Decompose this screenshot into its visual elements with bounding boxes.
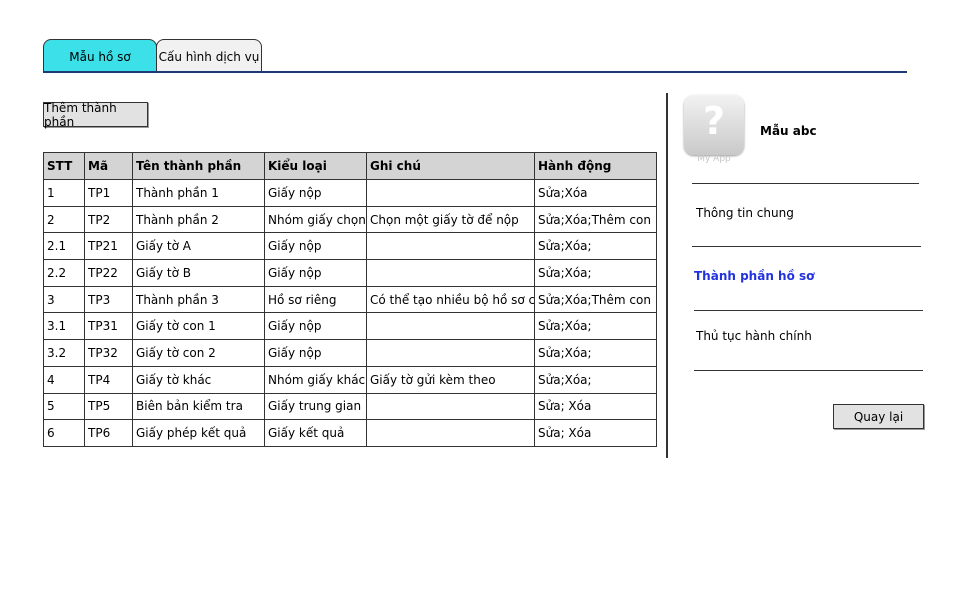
table-cell: TP21 — [84, 232, 133, 261]
tab-cau-hinh-dich-vu[interactable]: Cấu hình dịch vụ — [156, 39, 262, 73]
table-cell — [366, 259, 535, 287]
table-cell: 2 — [43, 205, 85, 234]
question-app-icon: ? My App — [684, 95, 744, 164]
table-cell: 2.2 — [43, 259, 85, 287]
side-nav-thong-tin-chung[interactable]: Thông tin chung — [696, 206, 794, 220]
table-row: 2 TP2 Thành phần 2 Nhóm giấy chọn Chọn một g… — [43, 205, 657, 234]
row-actions[interactable]: Sửa; Xóa — [534, 392, 657, 421]
side-nav-thanh-phan-ho-so[interactable]: Thành phần hồ sơ — [694, 269, 814, 283]
table-cell: TP1 — [84, 179, 133, 207]
table-cell: TP2 — [84, 205, 133, 234]
row-actions[interactable]: Sửa; Xóa — [534, 419, 657, 447]
table-cell: Thành phần 3 — [132, 285, 265, 314]
add-component-label: Thêm thành phần — [44, 100, 117, 129]
divider — [692, 183, 919, 184]
table-cell: Giấy tờ khác — [132, 365, 265, 394]
row-actions[interactable]: Sửa;Xóa; — [534, 339, 657, 367]
table-cell: 1 — [43, 179, 85, 207]
back-label: Quay lại — [853, 409, 904, 424]
row-actions[interactable]: Sửa;Xóa;Thêm con — [534, 205, 657, 234]
table-cell: TP22 — [84, 259, 133, 287]
table-row: 4 TP4 Giấy tờ khác Nhóm giấy khác Giấy tờ gử… — [43, 365, 657, 394]
table-cell: TP6 — [84, 419, 133, 447]
table-cell — [366, 419, 535, 447]
table-cell: TP31 — [84, 312, 133, 341]
tab-underline — [43, 71, 907, 73]
table-row: 1 TP1 Thành phần 1 Giấy nộp Sửa;Xóa — [43, 179, 657, 207]
profile-title: Mẫu abc — [760, 124, 817, 138]
table-cell: 5 — [43, 392, 85, 421]
divider — [694, 370, 923, 371]
table-row: 2.1 TP21 Giấy tờ A Giấy nộp Sửa;Xóa; — [43, 232, 657, 261]
table-cell: TP5 — [84, 392, 133, 421]
table-cell: TP32 — [84, 339, 133, 367]
table-cell: Giấy tờ con 1 — [132, 312, 265, 341]
table-cell: Nhóm giấy khác — [264, 365, 367, 394]
tab-label: Mẫu hồ sơ — [69, 49, 131, 64]
table-cell: 4 — [43, 365, 85, 394]
tab-mau-ho-so[interactable]: Mẫu hồ sơ — [43, 39, 157, 73]
table-cell: Thành phần 2 — [132, 205, 265, 234]
table-cell: 2.1 — [43, 232, 85, 261]
row-actions[interactable]: Sửa;Xóa; — [534, 365, 657, 394]
table-cell: 3.2 — [43, 339, 85, 367]
table-cell — [366, 312, 535, 341]
table-cell: 3 — [43, 285, 85, 314]
tab-label: Cấu hình dịch vụ — [158, 49, 260, 64]
table-row: 2.2 TP22 Giấy tờ B Giấy nộp Sửa;Xóa; — [43, 259, 657, 287]
table-cell: Có thể tạo nhiều bộ hồ sơ con — [366, 285, 535, 314]
table-cell: Giấy trung gian — [264, 392, 367, 421]
table-cell: Chọn một giấy tờ để nộp — [366, 205, 535, 234]
column-header: Mã — [84, 152, 133, 180]
table-cell: Giấy tờ con 2 — [132, 339, 265, 367]
table-body: 1 TP1 Thành phần 1 Giấy nộp Sửa;Xóa 2 TP2 Thành… — [43, 179, 657, 447]
table-cell: Giấy nộp — [264, 232, 367, 261]
table-cell: Hồ sơ riêng — [264, 285, 367, 314]
table-cell: Biên bản kiểm tra — [132, 392, 265, 421]
row-actions[interactable]: Sửa;Xóa;Thêm con — [534, 285, 657, 314]
table-cell — [366, 392, 535, 421]
divider — [692, 246, 921, 247]
column-header: Ghi chú — [366, 152, 535, 180]
table-cell — [366, 179, 535, 207]
row-actions[interactable]: Sửa;Xóa — [534, 179, 657, 207]
table-cell: Giấy tờ A — [132, 232, 265, 261]
table-cell: 6 — [43, 419, 85, 447]
table-cell: Nhóm giấy chọn — [264, 205, 367, 234]
table-cell: Giấy nộp — [264, 312, 367, 341]
table-row: 6 TP6 Giấy phép kết quả Giấy kết quả Sửa; Xó… — [43, 419, 657, 447]
table-cell: Giấy tờ gửi kèm theo — [366, 365, 535, 394]
table-cell: Thành phần 1 — [132, 179, 265, 207]
table-header-row: STT Mã Tên thành phần Kiểu loại Ghi chú Hành … — [43, 152, 657, 180]
table-row: 5 TP5 Biên bản kiểm tra Giấy trung gian Sửa;… — [43, 392, 657, 421]
app-icon-caption: My App — [697, 154, 731, 164]
row-actions[interactable]: Sửa;Xóa; — [534, 312, 657, 341]
table-cell — [366, 232, 535, 261]
row-actions[interactable]: Sửa;Xóa; — [534, 259, 657, 287]
column-header: STT — [43, 152, 85, 180]
row-actions[interactable]: Sửa;Xóa; — [534, 232, 657, 261]
divider — [694, 310, 923, 311]
table-cell: Giấy nộp — [264, 259, 367, 287]
column-header: Hành động — [534, 152, 657, 180]
vertical-divider — [666, 93, 668, 458]
table-row: 3.2 TP32 Giấy tờ con 2 Giấy nộp Sửa;Xóa; — [43, 339, 657, 367]
components-table: STT Mã Tên thành phần Kiểu loại Ghi chú Hành … — [43, 152, 657, 447]
table-cell: Giấy phép kết quả — [132, 419, 265, 447]
side-nav-thu-tuc-hanh-chinh[interactable]: Thủ tục hành chính — [696, 329, 812, 343]
table-row: 3.1 TP31 Giấy tờ con 1 Giấy nộp Sửa;Xóa; — [43, 312, 657, 341]
table-cell: 3.1 — [43, 312, 85, 341]
table-cell — [366, 339, 535, 367]
table-cell: TP3 — [84, 285, 133, 314]
column-header: Kiểu loại — [264, 152, 367, 180]
back-button[interactable]: Quay lại — [833, 404, 924, 429]
table-cell: TP4 — [84, 365, 133, 394]
column-header: Tên thành phần — [132, 152, 265, 180]
table-row: 3 TP3 Thành phần 3 Hồ sơ riêng Có thể tạo nh… — [43, 285, 657, 314]
table-cell: Giấy nộp — [264, 179, 367, 207]
table-cell: Giấy tờ B — [132, 259, 265, 287]
table-cell: Giấy kết quả — [264, 419, 367, 447]
add-component-button[interactable]: Thêm thành phần — [43, 100, 148, 129]
table-cell: Giấy nộp — [264, 339, 367, 367]
